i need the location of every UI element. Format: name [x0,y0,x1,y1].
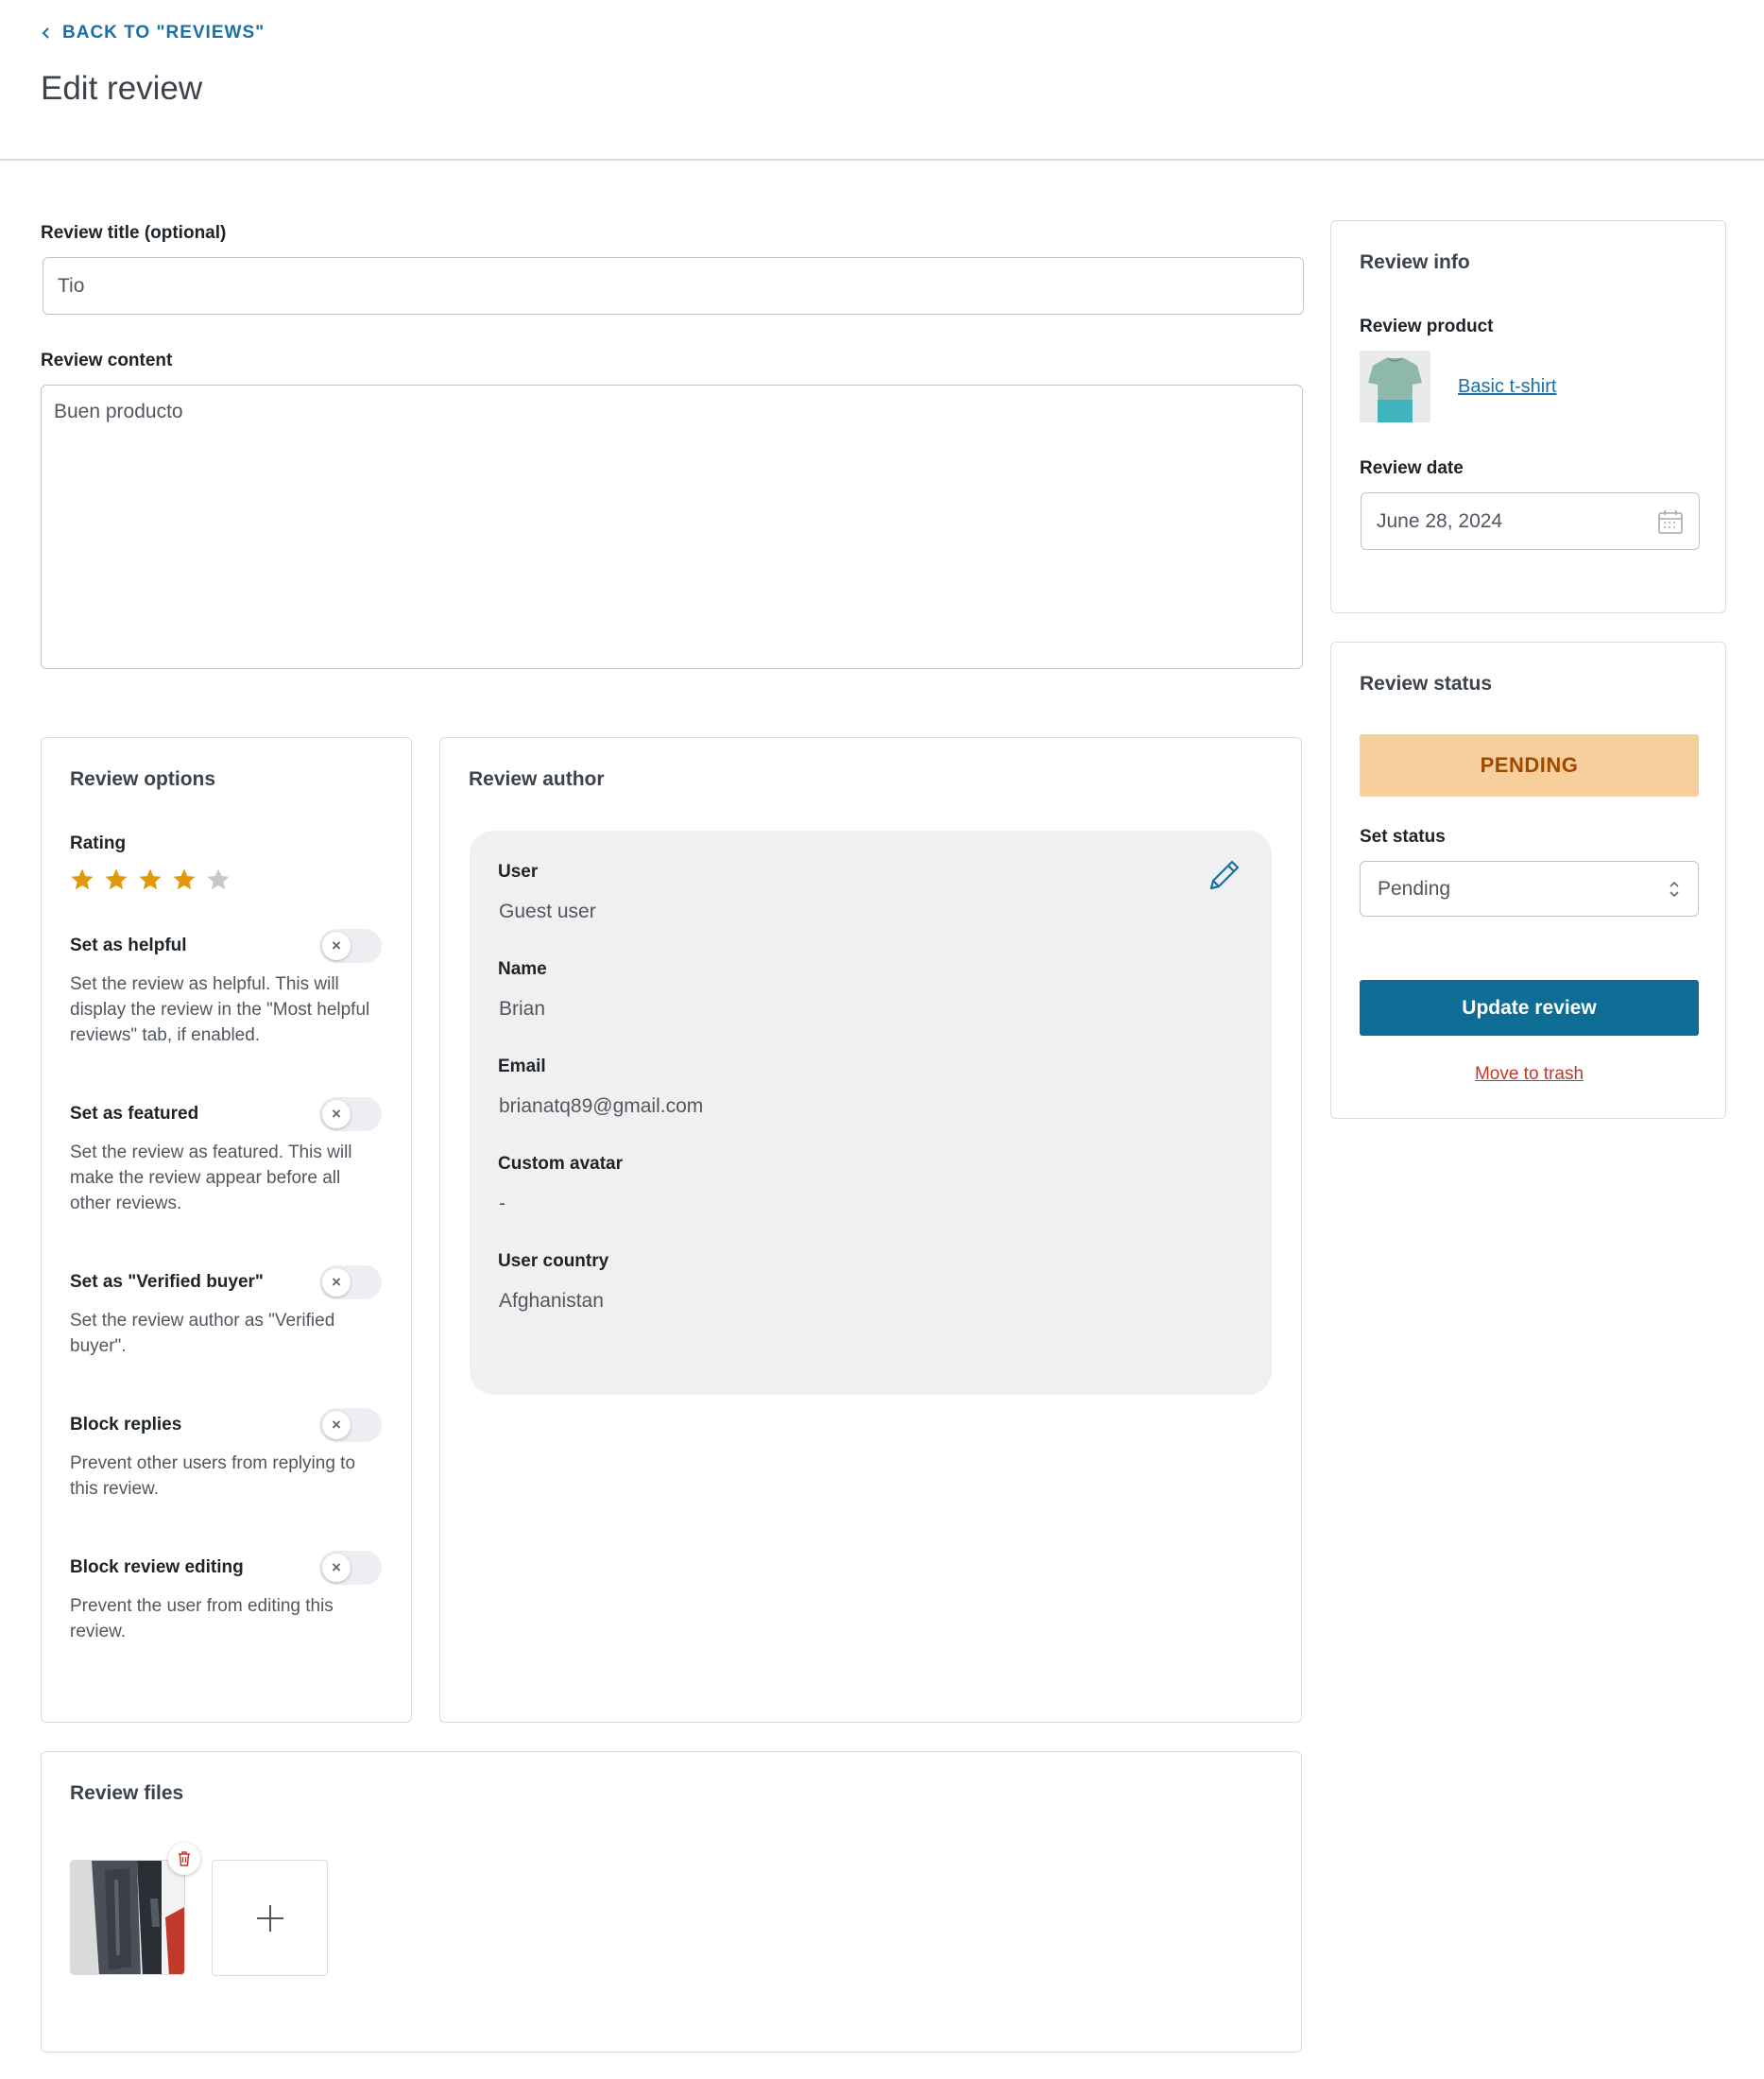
update-review-button[interactable]: Update review [1360,980,1699,1036]
close-icon: × [322,1411,351,1439]
star-filled-icon[interactable] [172,868,197,892]
add-file-button[interactable] [212,1860,328,1976]
option-description: Prevent the user from editing this revie… [70,1596,334,1641]
option-description: Prevent other users from replying to thi… [70,1453,356,1499]
chevron-up-down-icon [1670,881,1679,897]
review-options-title: Review options [70,768,216,790]
status-select-value: Pending [1378,877,1451,900]
status-badge: PENDING [1360,734,1699,797]
review-content-textarea[interactable]: Buen producto [41,385,1303,669]
page-title: Edit review [41,70,203,107]
product-link[interactable]: Basic t-shirt [1458,376,1556,398]
option-toggle[interactable]: × [319,1097,382,1131]
option-description: Set the review as featured. This will ma… [70,1143,352,1213]
star-filled-icon[interactable] [70,868,94,892]
option-toggle[interactable]: × [319,929,382,963]
header-divider [0,159,1764,161]
author-field-value: Guest user [499,901,596,922]
option-label: Block review editing [70,1557,244,1577]
review-title-value: Tio [58,274,85,297]
close-icon: × [322,1268,351,1297]
author-field-value: Afghanistan [499,1290,604,1312]
review-content-value: Buen producto [54,401,183,422]
back-to-reviews-link[interactable]: BACK TO "REVIEWS" [40,23,265,43]
star-filled-icon[interactable] [138,868,163,892]
star-empty-icon[interactable] [206,868,231,892]
close-icon: × [322,1100,351,1128]
product-thumbnail [1360,351,1430,422]
review-title-input[interactable]: Tio [43,257,1304,315]
plus-icon [256,1904,283,1932]
author-field-value: brianatq89@gmail.com [499,1095,704,1117]
review-date-label: Review date [1360,458,1464,478]
option-label: Set as "Verified buyer" [70,1272,264,1292]
option-label: Set as featured [70,1104,199,1124]
author-field-value: - [499,1193,505,1214]
option-description: Set the review as helpful. This will dis… [70,974,370,1045]
status-select[interactable]: Pending [1360,861,1699,917]
close-icon: × [322,932,351,960]
rating-label: Rating [70,833,127,853]
trash-icon[interactable] [168,1843,200,1875]
pencil-icon[interactable] [1206,856,1243,899]
option-label: Set as helpful [70,936,187,955]
chevron-left-icon [42,27,49,39]
review-info-title: Review info [1360,251,1470,273]
option-description: Set the review author as "Verified buyer… [70,1311,335,1356]
rating-stars[interactable] [70,868,231,892]
star-filled-icon[interactable] [104,868,128,892]
review-date-value: June 28, 2024 [1377,509,1503,532]
author-field-label: Custom avatar [498,1154,623,1174]
option-toggle[interactable]: × [319,1408,382,1442]
option-toggle[interactable]: × [319,1551,382,1585]
set-status-label: Set status [1360,827,1446,847]
calendar-icon[interactable] [1657,508,1684,535]
review-date-input[interactable]: June 28, 2024 [1361,492,1700,550]
author-field-label: Name [498,959,547,979]
review-files-title: Review files [70,1782,184,1804]
review-author-title: Review author [469,768,605,790]
option-toggle[interactable]: × [319,1265,382,1299]
author-field-label: Email [498,1057,546,1076]
move-to-trash-link[interactable]: Move to trash [1360,1064,1699,1085]
author-field-value: Brian [499,998,546,1020]
review-content-label: Review content [41,351,173,370]
review-status-title: Review status [1360,673,1493,695]
review-file-thumbnail[interactable] [70,1860,185,1975]
review-product-label: Review product [1360,317,1494,336]
close-icon: × [322,1554,351,1582]
back-link-label: BACK TO "REVIEWS" [62,23,265,43]
review-title-label: Review title (optional) [41,223,227,243]
option-label: Block replies [70,1415,182,1435]
author-field-label: User [498,862,539,882]
author-field-label: User country [498,1251,609,1271]
